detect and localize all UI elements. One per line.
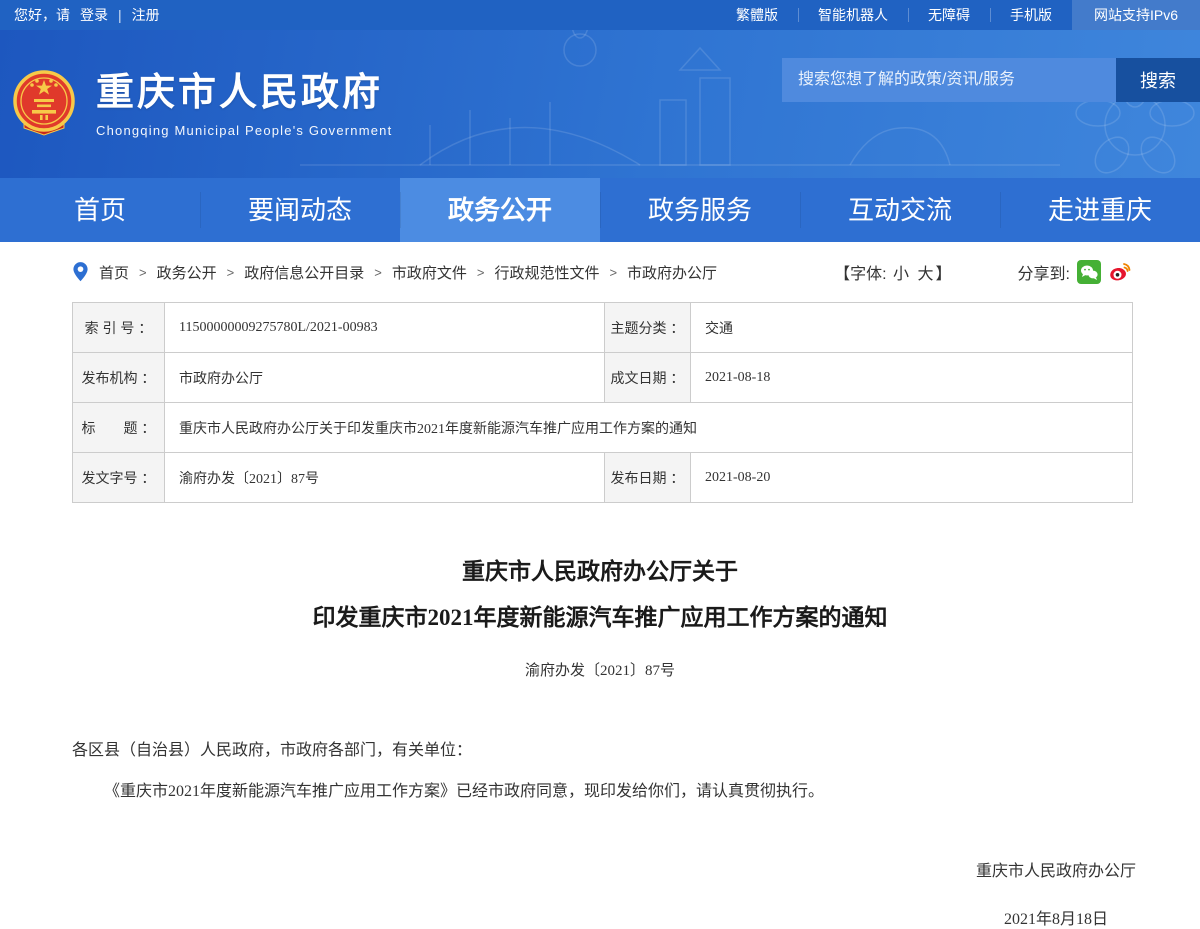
search-input[interactable] <box>782 58 1116 102</box>
search-button[interactable]: 搜索 <box>1116 58 1200 102</box>
main-nav: 首页 要闻动态 政务公开 政务服务 互动交流 走进重庆 <box>0 178 1200 242</box>
breadcrumb-toolbar-row: 首页 > 政务公开 > 政府信息公开目录 > 市政府文件 > 行政规范性文件 >… <box>0 242 1200 296</box>
crumb-info-directory[interactable]: 政府信息公开目录 <box>244 262 364 283</box>
document-meta-table: 索 引 号 ： 11500000009275780L/2021-00983 主题… <box>72 302 1133 503</box>
site-title: 重庆市人民政府 <box>96 71 392 115</box>
meta-value-written-date: 2021-08-18 <box>691 353 1133 403</box>
national-emblem-logo <box>10 70 78 138</box>
greeting-text: 您好，请 <box>14 5 70 25</box>
font-size-label: 【字体: <box>834 266 886 283</box>
font-larger-button[interactable]: 大 <box>916 266 936 283</box>
crumb-gov-affairs[interactable]: 政务公开 <box>157 262 217 283</box>
login-link[interactable]: 登录 <box>80 5 108 25</box>
crumb-separator: > <box>609 265 617 280</box>
wechat-share-icon[interactable] <box>1077 260 1101 284</box>
nav-item-news[interactable]: 要闻动态 <box>200 178 400 242</box>
weibo-share-icon[interactable] <box>1108 260 1132 284</box>
breadcrumb: 首页 > 政务公开 > 政府信息公开目录 > 市政府文件 > 行政规范性文件 >… <box>99 262 717 283</box>
location-pin-icon <box>72 261 89 283</box>
top-utility-bar: 您好，请 登录 | 注册 繁體版 智能机器人 无障碍 手机版 网站支持IPv6 <box>0 0 1200 30</box>
meta-label-issuing-agency: 发布机构 ： <box>73 353 165 403</box>
document-salutation: 各区县（自治县）人民政府，市政府各部门，有关单位： <box>72 736 1132 760</box>
share-label: 分享到: <box>1018 260 1070 284</box>
signature-block: 重庆市人民政府办公厅 2021年8月18日 <box>976 857 1136 929</box>
meta-value-topic-category: 交通 <box>691 303 1133 353</box>
crumb-separator: > <box>227 265 235 280</box>
meta-value-issuing-agency: 市政府办公厅 <box>165 353 605 403</box>
meta-row-agency: 发布机构 ： 市政府办公厅 成文日期 ： 2021-08-18 <box>73 353 1133 403</box>
meta-value-index-number: 11500000009275780L/2021-00983 <box>165 303 605 353</box>
crumb-normative-documents[interactable]: 行政规范性文件 <box>494 262 599 283</box>
accessibility-link[interactable]: 无障碍 <box>908 0 990 30</box>
meta-value-doc-number: 渝府办发〔2021〕87号 <box>165 453 605 503</box>
font-smaller-button[interactable]: 小 <box>891 266 911 283</box>
font-size-panel: 【字体: 小 大】 <box>834 260 951 284</box>
smart-robot-link[interactable]: 智能机器人 <box>798 0 908 30</box>
nav-item-government-affairs[interactable]: 政务公开 <box>400 178 600 242</box>
crumb-home[interactable]: 首页 <box>99 262 129 283</box>
nav-item-services[interactable]: 政务服务 <box>600 178 800 242</box>
meta-row-title: 标 题 ： 重庆市人民政府办公厅关于印发重庆市2021年度新能源汽车推广应用工作… <box>73 403 1133 453</box>
document-title-line2: 印发重庆市2021年度新能源汽车推广应用工作方案的通知 <box>0 595 1200 641</box>
crumb-separator: > <box>374 265 382 280</box>
crumb-municipal-documents[interactable]: 市政府文件 <box>392 262 467 283</box>
login-register-divider: | <box>118 7 122 23</box>
meta-label-title: 标 题 ： <box>73 403 165 453</box>
document-title: 重庆市人民政府办公厅关于 印发重庆市2021年度新能源汽车推广应用工作方案的通知 <box>0 549 1200 641</box>
meta-row-index: 索 引 号 ： 11500000009275780L/2021-00983 主题… <box>73 303 1133 353</box>
site-search: 搜索 <box>782 58 1200 102</box>
crumb-separator: > <box>477 265 485 280</box>
ipv6-support-badge[interactable]: 网站支持IPv6 <box>1072 0 1200 30</box>
nav-item-about-chongqing[interactable]: 走进重庆 <box>1000 178 1200 242</box>
crumb-general-office[interactable]: 市政府办公厅 <box>627 262 717 283</box>
meta-value-publish-date: 2021-08-20 <box>691 453 1133 503</box>
site-header: 重庆市人民政府 Chongqing Municipal People's Gov… <box>0 30 1200 178</box>
meta-label-publish-date: 发布日期 ： <box>605 453 691 503</box>
meta-label-written-date: 成文日期 ： <box>605 353 691 403</box>
mobile-version-link[interactable]: 手机版 <box>990 0 1072 30</box>
traditional-chinese-link[interactable]: 繁體版 <box>716 0 798 30</box>
signature-date: 2021年8月18日 <box>976 905 1136 929</box>
document-number: 渝府办发〔2021〕87号 <box>0 659 1200 680</box>
signature-agency: 重庆市人民政府办公厅 <box>976 857 1136 881</box>
font-size-label-end: 】 <box>936 266 952 283</box>
crumb-separator: > <box>139 265 147 280</box>
site-logo-home-link[interactable]: 重庆市人民政府 Chongqing Municipal People's Gov… <box>10 70 392 138</box>
site-subtitle: Chongqing Municipal People's Government <box>96 123 392 138</box>
document-paragraph: 《重庆市2021年度新能源汽车推广应用工作方案》已经市政府同意，现印发给你们，请… <box>72 779 1132 805</box>
register-link[interactable]: 注册 <box>132 5 160 25</box>
document-title-line1: 重庆市人民政府办公厅关于 <box>0 549 1200 595</box>
nav-item-interaction[interactable]: 互动交流 <box>800 178 1000 242</box>
meta-value-title: 重庆市人民政府办公厅关于印发重庆市2021年度新能源汽车推广应用工作方案的通知 <box>165 403 1133 453</box>
share-panel: 分享到: <box>1018 260 1132 284</box>
meta-label-index-number: 索 引 号 ： <box>73 303 165 353</box>
meta-row-docnumber: 发文字号 ： 渝府办发〔2021〕87号 发布日期 ： 2021-08-20 <box>73 453 1133 503</box>
document-content: 重庆市人民政府办公厅关于 印发重庆市2021年度新能源汽车推广应用工作方案的通知… <box>0 549 1200 929</box>
meta-label-topic-category: 主题分类 ： <box>605 303 691 353</box>
nav-item-home[interactable]: 首页 <box>0 178 200 242</box>
meta-label-doc-number: 发文字号 ： <box>73 453 165 503</box>
